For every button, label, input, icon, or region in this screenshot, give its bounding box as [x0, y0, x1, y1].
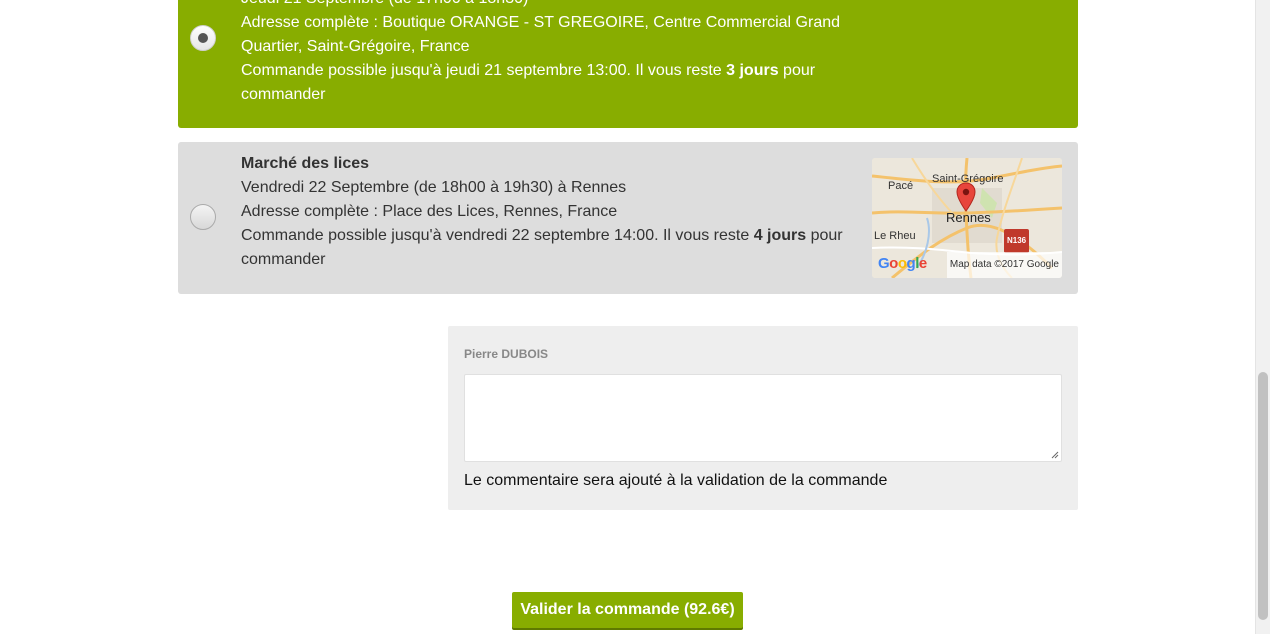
page-scrollbar[interactable]	[1255, 0, 1270, 634]
pickup-date: Vendredi 22 Septembre (de 18h00 à 19h30)…	[241, 179, 627, 196]
pickup-address-line-1: Adresse complète : Boutique ORANGE - ST …	[241, 14, 841, 31]
deadline-suffix: pour	[810, 227, 843, 244]
deadline-days: 3 jours	[726, 62, 779, 79]
pickup-address-line-1: Adresse complète : Place des Lices, Renn…	[241, 203, 618, 220]
pickup-date: Jeudi 21 Septembre (de 17h00 à 18h30)	[241, 0, 861, 11]
radio-button-selected[interactable]	[190, 25, 216, 51]
pickup-address-line-2: Quartier, Saint-Grégoire, France	[241, 38, 470, 55]
pickup-deadline: Commande possible jusqu'à jeudi 21 septe…	[241, 59, 861, 83]
comment-author: Pierre DUBOIS	[464, 347, 549, 361]
map-copyright: Map data ©2017 Google	[946, 252, 1062, 278]
deadline-suffix: pour	[783, 62, 816, 79]
deadline-last: commander	[241, 251, 326, 268]
pickup-option-marche-des-lices[interactable]: Marché des lices Vendredi 22 Septembre (…	[178, 142, 1078, 294]
comment-panel: Pierre DUBOIS Le commentaire sera ajouté…	[448, 326, 1078, 510]
radio-button-unselected[interactable]	[190, 204, 216, 230]
pickup-option-selected[interactable]: Jeudi 21 Septembre (de 17h00 à 18h30) Ad…	[178, 0, 1078, 128]
deadline-days: 4 jours	[753, 227, 807, 244]
comment-textarea[interactable]	[464, 374, 1062, 462]
resize-grip-icon[interactable]	[1051, 451, 1059, 459]
deadline-last: commander	[241, 86, 326, 103]
google-logo: Google	[878, 255, 927, 272]
map-pin-icon	[956, 182, 976, 212]
map-label-le-rheu: Le Rheu	[874, 230, 916, 242]
pickup-option-details: Jeudi 21 Septembre (de 17h00 à 18h30) Ad…	[241, 0, 861, 107]
location-map[interactable]: Pacé Saint-Grégoire Rennes Le Rheu N136 …	[872, 158, 1062, 278]
comment-help-text: Le commentaire sera ajouté à la validati…	[464, 472, 888, 489]
validate-order-button[interactable]: Valider la commande (92.6€)	[512, 592, 743, 628]
pickup-deadline: Commande possible jusqu'à vendredi 22 se…	[241, 224, 861, 248]
map-label-pace: Pacé	[888, 180, 914, 192]
deadline-prefix: Commande possible jusqu'à vendredi 22 se…	[241, 227, 750, 244]
scrollbar-thumb[interactable]	[1258, 372, 1268, 620]
map-road-badge: N136	[1004, 229, 1030, 253]
deadline-prefix: Commande possible jusqu'à jeudi 21 septe…	[241, 62, 722, 79]
pickup-name: Marché des lices	[241, 155, 370, 172]
pickup-option-details: Marché des lices Vendredi 22 Septembre (…	[241, 152, 861, 272]
